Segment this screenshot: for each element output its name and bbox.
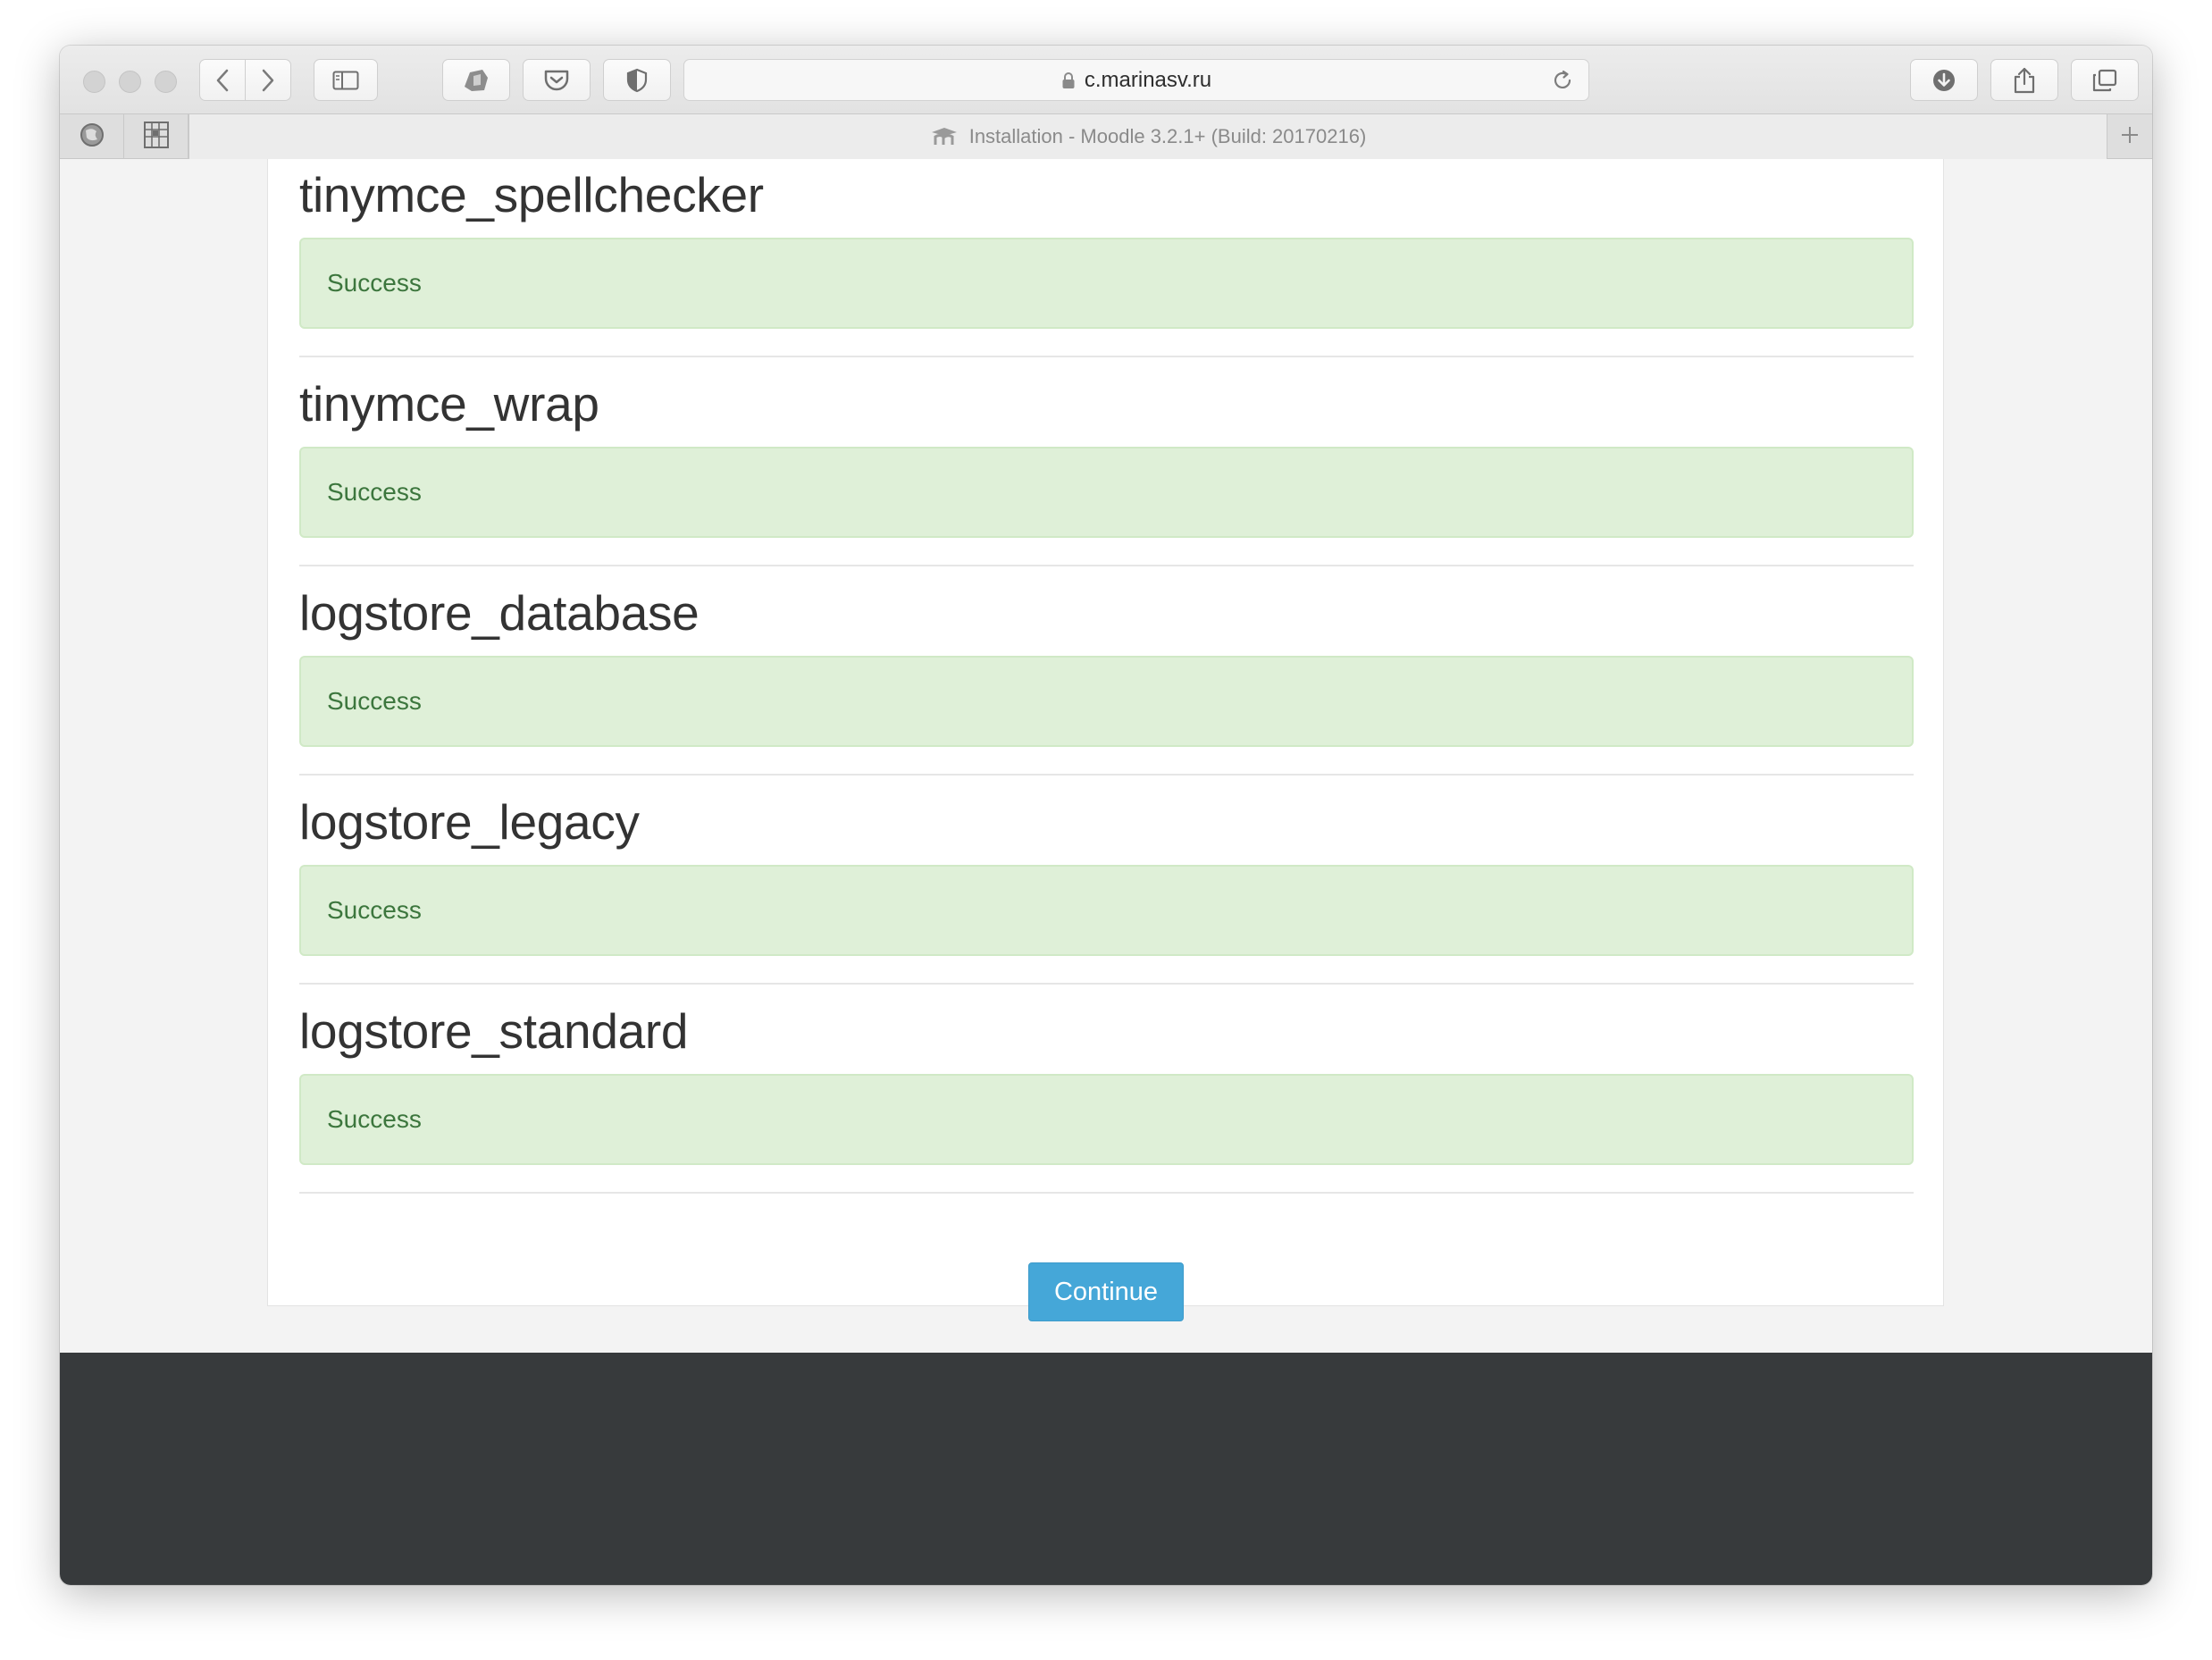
tab-title: Installation - Moodle 3.2.1+ (Build: 201…	[968, 125, 1367, 147]
active-tab[interactable]: Installation - Moodle 3.2.1+ (Build: 201…	[189, 114, 2107, 159]
success-alert: Success	[299, 656, 1914, 747]
browser-toolbar: c.marinasv.ru	[60, 46, 2152, 114]
shield-icon	[626, 68, 648, 93]
plugin-title: tinymce_spellchecker	[299, 167, 764, 222]
section-divider	[299, 983, 1914, 985]
plugin-section-logstore-legacy: logstore_legacy Success	[299, 794, 1914, 985]
forward-icon	[261, 69, 275, 92]
plugin-section-logstore-standard: logstore_standard Success	[299, 1003, 1914, 1194]
reload-icon[interactable]	[1551, 69, 1574, 98]
alert-text: Success	[327, 896, 422, 924]
share-icon	[2013, 67, 2036, 94]
tabs-overview-button[interactable]	[2071, 59, 2139, 101]
pinned-tab-1[interactable]	[60, 114, 124, 159]
moodle-logo-icon	[930, 127, 960, 147]
success-alert: Success	[299, 865, 1914, 956]
extension-button[interactable]	[442, 59, 510, 101]
plugin-section-tinymce-spellchecker: tinymce_spellchecker Success	[299, 167, 1914, 357]
plugin-title: logstore_standard	[299, 1003, 689, 1059]
pocket-button[interactable]	[523, 59, 591, 101]
tabs-overview-icon	[2092, 69, 2117, 92]
alert-text: Success	[327, 687, 422, 715]
alert-text: Success	[327, 269, 422, 297]
downloads-button[interactable]	[1910, 59, 1978, 101]
privacy-button[interactable]	[603, 59, 671, 101]
plus-icon	[2120, 125, 2140, 149]
pocket-icon	[543, 69, 570, 92]
page-footer	[60, 1353, 2152, 1585]
section-divider	[299, 565, 1914, 566]
page-viewport: tinymce_spellchecker Success tinymce_wra…	[60, 159, 2152, 1585]
extension-icon	[461, 67, 491, 94]
success-alert: Success	[299, 447, 1914, 538]
success-alert: Success	[299, 238, 1914, 329]
section-divider	[299, 774, 1914, 776]
lock-icon	[1061, 71, 1076, 89]
pinned-tab-2[interactable]	[124, 114, 189, 159]
back-icon	[215, 69, 230, 92]
zoom-window-button[interactable]	[155, 71, 177, 93]
section-divider	[299, 356, 1914, 357]
success-alert: Success	[299, 1074, 1914, 1165]
forward-button[interactable]	[245, 59, 291, 101]
plugin-title: logstore_legacy	[299, 794, 640, 850]
address-bar[interactable]: c.marinasv.ru	[683, 59, 1589, 101]
share-button[interactable]	[1990, 59, 2058, 101]
alert-text: Success	[327, 1105, 422, 1133]
tab-bar: Installation - Moodle 3.2.1+ (Build: 201…	[60, 114, 2152, 159]
new-tab-button[interactable]	[2107, 114, 2152, 159]
minimize-window-button[interactable]	[119, 71, 141, 93]
grid-icon	[143, 121, 170, 154]
alert-text: Success	[327, 478, 422, 506]
install-results-panel: tinymce_spellchecker Success tinymce_wra…	[267, 159, 1944, 1306]
sidebar-icon	[332, 71, 359, 90]
plugin-section-logstore-database: logstore_database Success	[299, 585, 1914, 776]
back-button[interactable]	[199, 59, 246, 101]
sidebar-button[interactable]	[314, 59, 378, 101]
section-divider	[299, 1192, 1914, 1194]
url-text: c.marinasv.ru	[1084, 67, 1212, 92]
plugin-title: logstore_database	[299, 585, 700, 641]
globe-icon	[79, 122, 105, 153]
close-window-button[interactable]	[83, 71, 105, 93]
continue-button[interactable]: Continue	[1028, 1262, 1184, 1321]
plugin-title: tinymce_wrap	[299, 376, 599, 432]
plugin-section-tinymce-wrap: tinymce_wrap Success	[299, 376, 1914, 566]
browser-window: c.marinasv.ru Installation - Moodle 3.2.…	[60, 46, 2152, 1585]
download-icon	[1931, 68, 1956, 93]
